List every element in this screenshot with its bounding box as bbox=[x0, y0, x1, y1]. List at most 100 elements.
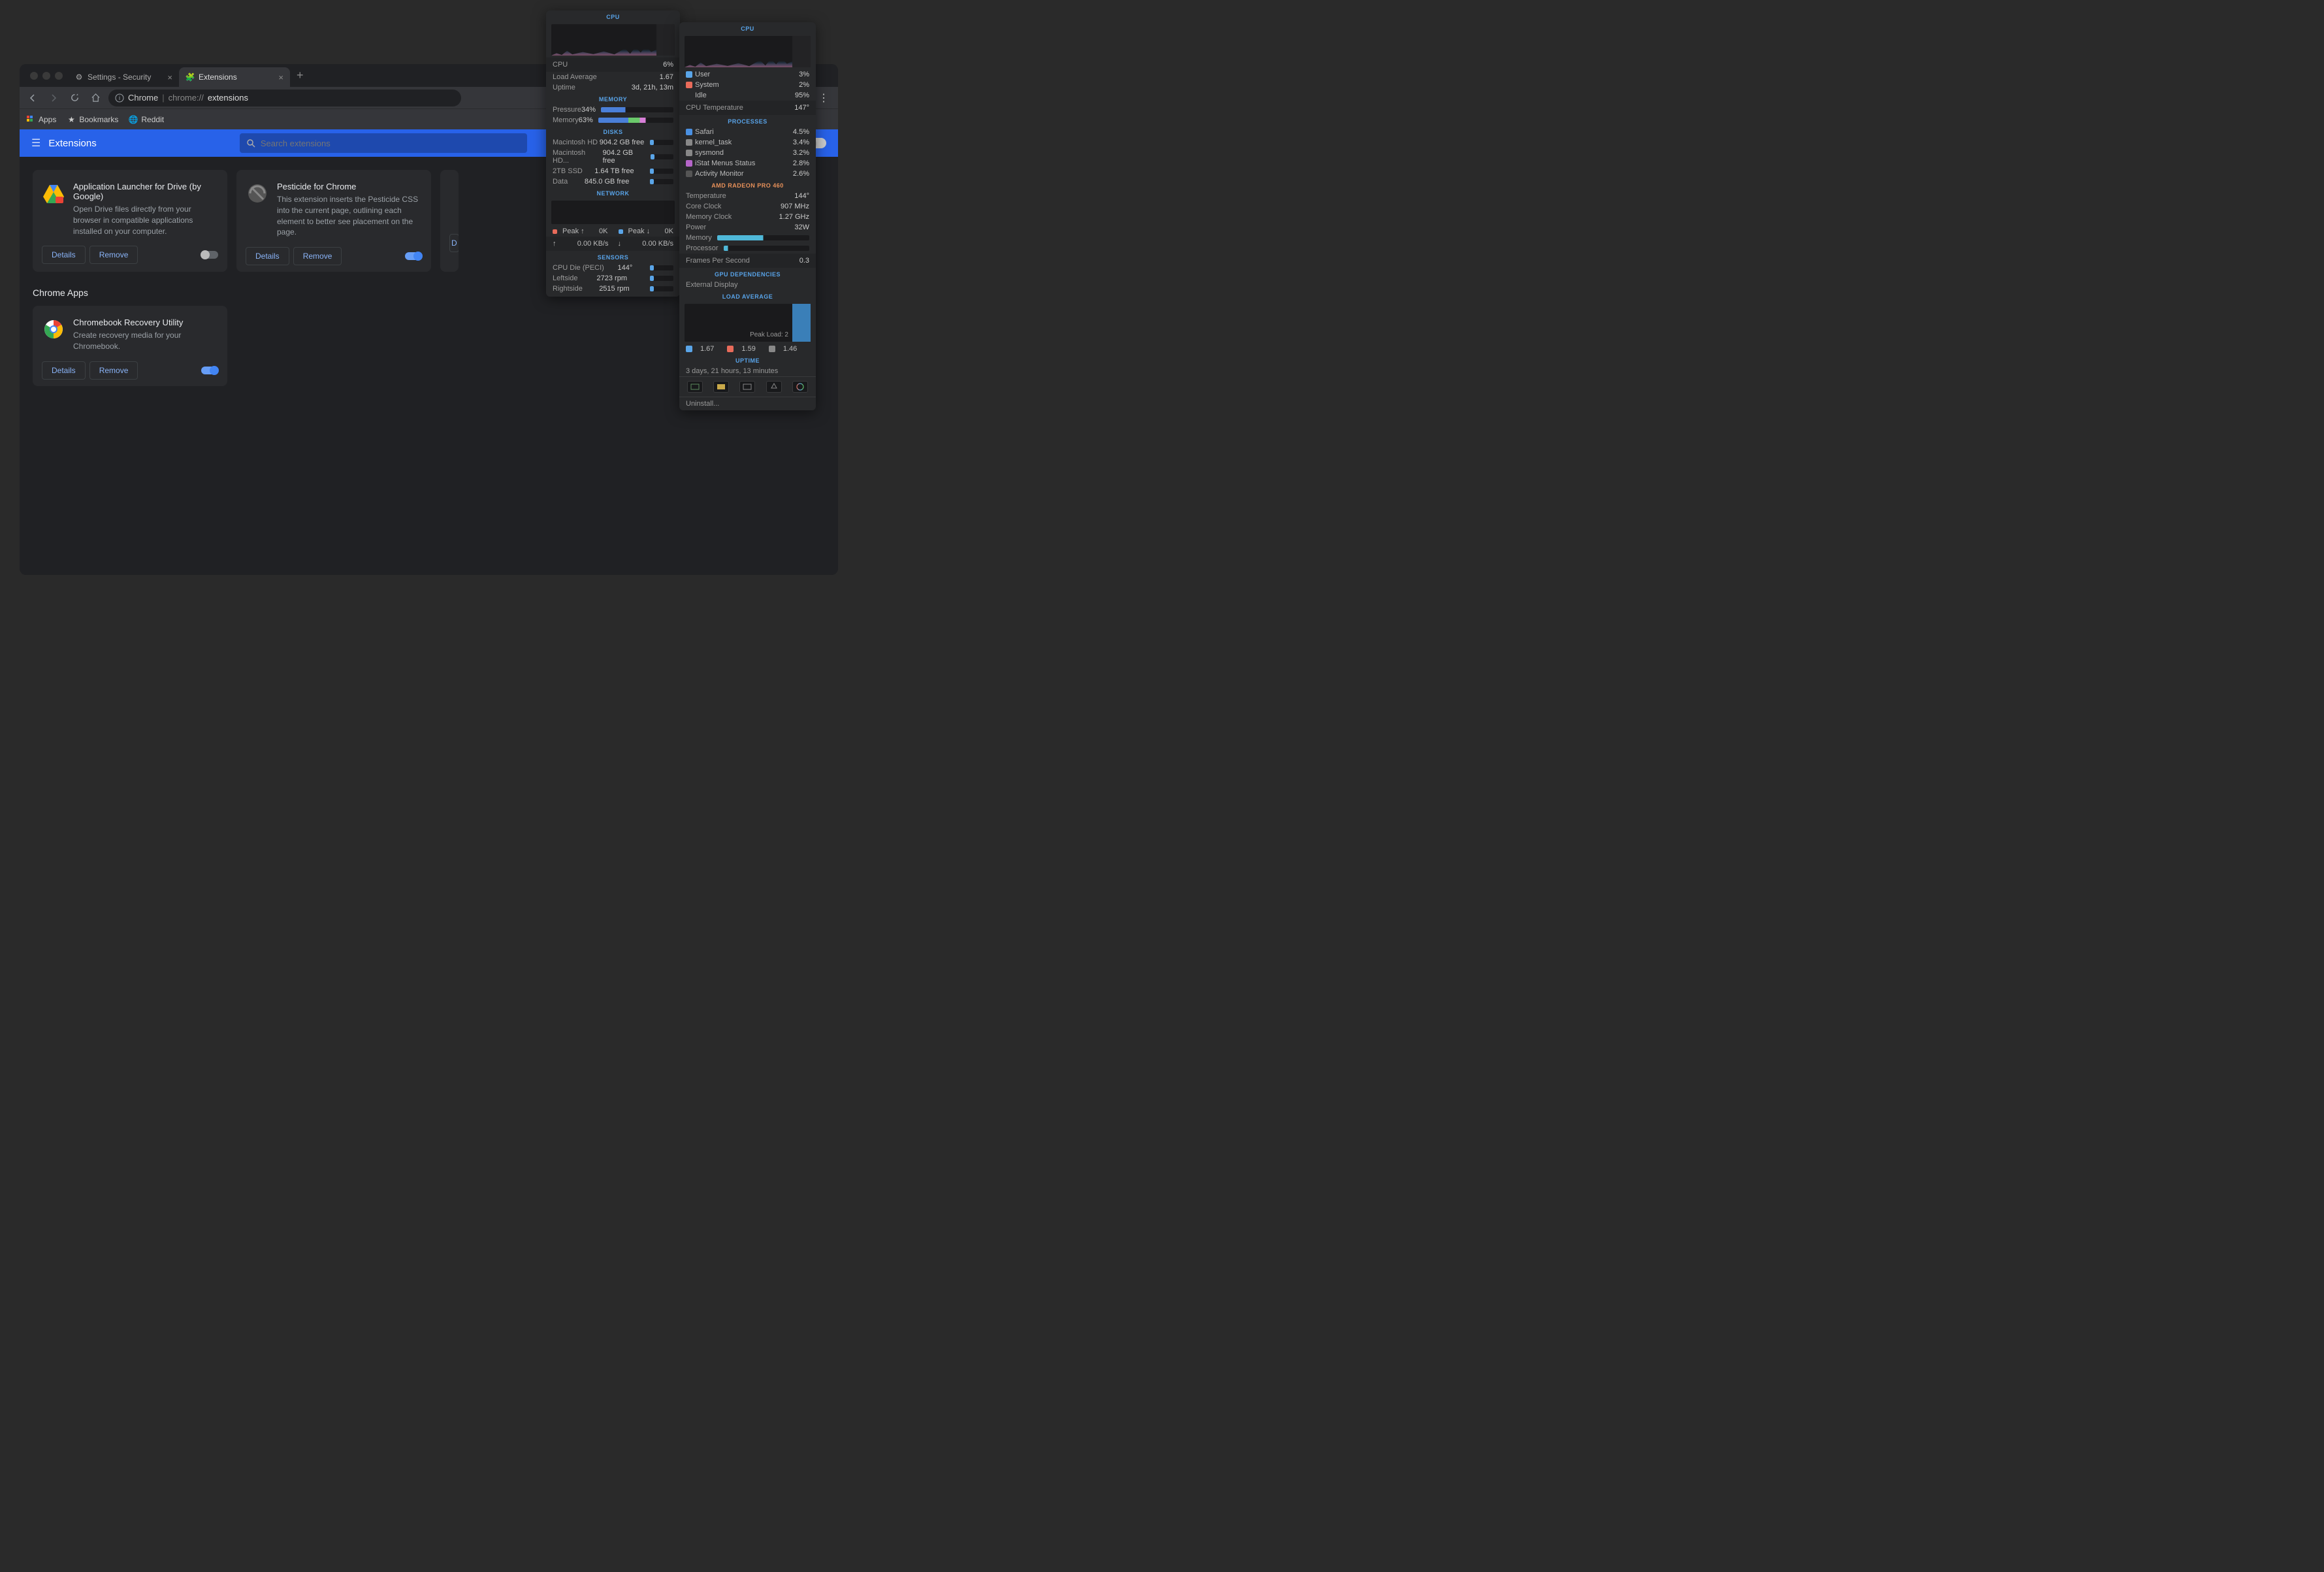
details-button[interactable]: Details bbox=[42, 361, 86, 380]
app-icon bbox=[42, 318, 65, 341]
mode-button-4[interactable] bbox=[766, 381, 782, 393]
disks-header: DISKS bbox=[546, 125, 680, 137]
maximize-window-button[interactable] bbox=[55, 72, 63, 80]
disk-bar bbox=[650, 169, 673, 174]
details-button[interactable]: Details bbox=[246, 247, 289, 265]
upload-dot-icon bbox=[553, 229, 557, 234]
disk-name: 2TB SSD bbox=[553, 167, 583, 175]
close-window-button[interactable] bbox=[30, 72, 38, 80]
la1-dot-icon bbox=[686, 346, 692, 352]
gpu-temp-value: 144° bbox=[794, 192, 809, 200]
gpu-core-label: Core Clock bbox=[686, 203, 721, 210]
disk-bar bbox=[650, 179, 673, 184]
remove-button[interactable]: Remove bbox=[89, 246, 138, 264]
gpu-temp-label: Temperature bbox=[686, 192, 726, 200]
process-name: iStat Menus Status bbox=[695, 159, 755, 167]
load-average-header: LOAD AVERAGE bbox=[679, 290, 816, 302]
system-dot-icon bbox=[686, 82, 692, 88]
cpu-header: CPU bbox=[679, 22, 816, 34]
chrome-menu-icon[interactable]: ⋮ bbox=[815, 91, 833, 105]
close-tab-icon[interactable]: × bbox=[278, 73, 283, 82]
memory-header: MEMORY bbox=[546, 93, 680, 105]
hamburger-menu-icon[interactable]: ☰ bbox=[31, 137, 40, 150]
tab-settings-security[interactable]: ⚙ Settings - Security × bbox=[68, 67, 179, 87]
istat-panel-detail: CPU User3% System2% Idle95% CPU Temperat… bbox=[679, 22, 816, 410]
la3-dot-icon bbox=[769, 346, 775, 352]
load-average-graph[interactable]: Peak Load: 2 bbox=[685, 304, 811, 342]
home-button[interactable] bbox=[88, 90, 103, 106]
cpu-temp-value: 147° bbox=[794, 104, 809, 112]
app-description: Create recovery media for your Chromeboo… bbox=[73, 330, 218, 352]
cpu-system-label: System bbox=[695, 81, 719, 89]
tab-label: Extensions bbox=[199, 73, 237, 82]
disk-name: Macintosh HD bbox=[553, 139, 598, 146]
process-name: Activity Monitor bbox=[695, 170, 744, 178]
search-input[interactable] bbox=[261, 139, 521, 148]
disk-value: 904.2 GB free bbox=[600, 139, 645, 146]
forward-button[interactable] bbox=[46, 90, 61, 106]
process-value: 4.5% bbox=[793, 128, 809, 136]
download-dot-icon bbox=[619, 229, 623, 234]
tab-extensions[interactable]: 🧩 Extensions × bbox=[179, 67, 290, 87]
remove-button[interactable]: Remove bbox=[293, 247, 342, 265]
gpu-memclk-label: Memory Clock bbox=[686, 213, 732, 221]
bookmark-label: Bookmarks bbox=[79, 115, 118, 124]
puzzle-icon: 🧩 bbox=[186, 73, 195, 82]
new-tab-button[interactable]: + bbox=[290, 69, 310, 82]
cpu-header: CPU bbox=[546, 10, 680, 22]
mode-button-1[interactable] bbox=[687, 381, 703, 393]
cpu-value: 6% bbox=[663, 61, 673, 69]
pressure-value: 34% bbox=[581, 106, 596, 114]
bookmark-bookmarks[interactable]: ★ Bookmarks bbox=[67, 115, 118, 124]
details-button[interactable]: Details bbox=[42, 246, 86, 264]
cpu-graph[interactable] bbox=[685, 36, 811, 67]
fps-value: 0.3 bbox=[799, 257, 809, 265]
bookmark-reddit[interactable]: 🌐 Reddit bbox=[129, 115, 164, 124]
mode-button-2[interactable] bbox=[713, 381, 729, 393]
minimize-window-button[interactable] bbox=[42, 72, 50, 80]
mode-button-5[interactable] bbox=[792, 381, 808, 393]
sensors-header: SENSORS bbox=[546, 251, 680, 263]
load-avg-15: 1.46 bbox=[783, 345, 797, 353]
star-icon: ★ bbox=[67, 115, 76, 124]
uninstall-button[interactable]: Uninstall... bbox=[679, 397, 816, 410]
bookmark-label: Apps bbox=[39, 115, 56, 124]
search-extensions-box[interactable] bbox=[240, 133, 527, 153]
processes-header: PROCESSES bbox=[679, 115, 816, 127]
extension-toggle[interactable] bbox=[201, 251, 218, 259]
site-info-icon[interactable]: i bbox=[115, 93, 124, 103]
page-title: Extensions bbox=[48, 138, 96, 149]
gear-icon: ⚙ bbox=[74, 73, 84, 82]
window-controls bbox=[25, 72, 68, 80]
search-icon bbox=[246, 139, 255, 148]
reload-button[interactable] bbox=[67, 90, 82, 106]
uptime-header: UPTIME bbox=[679, 354, 816, 366]
bookmark-apps[interactable]: Apps bbox=[26, 115, 56, 124]
disk-name: Macintosh HD... bbox=[553, 149, 603, 165]
app-toggle[interactable] bbox=[201, 367, 218, 374]
back-button[interactable] bbox=[25, 90, 40, 106]
cpu-graph[interactable] bbox=[551, 24, 675, 56]
uptime-value: 3d, 21h, 13m bbox=[632, 84, 673, 91]
istat-panel-summary: CPU CPU6% Load Average1.67 Uptime3d, 21h… bbox=[546, 10, 680, 297]
disk-value: 904.2 GB free bbox=[603, 149, 647, 165]
network-graph[interactable] bbox=[551, 201, 675, 224]
close-tab-icon[interactable]: × bbox=[167, 73, 172, 82]
svg-text:i: i bbox=[119, 95, 120, 101]
remove-button[interactable]: Remove bbox=[89, 361, 138, 380]
network-header: NETWORK bbox=[546, 187, 680, 199]
gpu-power-value: 32W bbox=[794, 223, 809, 231]
upload-rate: 0.00 KB/s bbox=[577, 240, 609, 248]
details-button[interactable]: D bbox=[449, 234, 459, 252]
la2-dot-icon bbox=[727, 346, 734, 352]
peak-down-label: Peak ↓ bbox=[628, 227, 651, 235]
mode-button-3[interactable] bbox=[739, 381, 755, 393]
sensor-bar bbox=[650, 286, 673, 291]
extension-toggle[interactable] bbox=[405, 252, 422, 260]
sensor-bar bbox=[650, 265, 673, 270]
app-dot-icon bbox=[686, 160, 692, 167]
gpu-dependency: External Display bbox=[686, 281, 737, 289]
omnibox[interactable]: i Chrome | chrome://extensions bbox=[108, 90, 461, 106]
omnibox-path: extensions bbox=[208, 93, 248, 103]
sensor-name: Rightside bbox=[553, 285, 583, 293]
